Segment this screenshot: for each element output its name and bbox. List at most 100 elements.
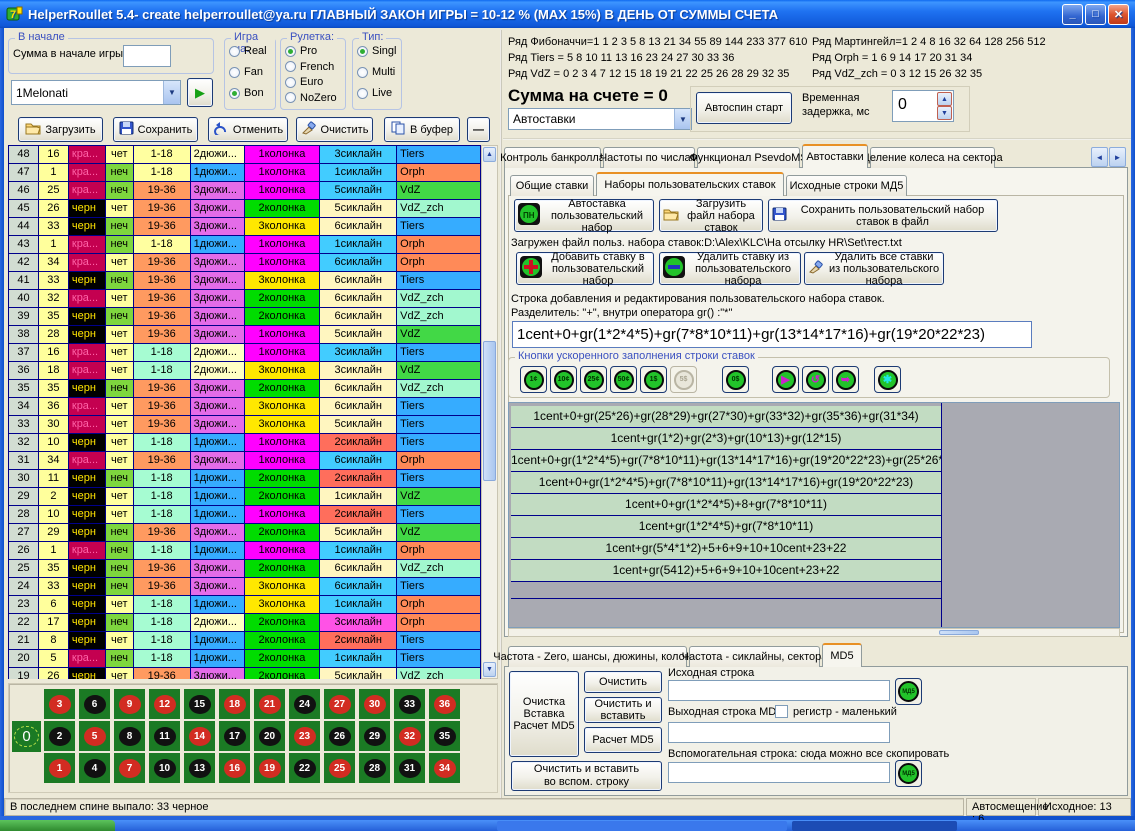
scroll-up-icon[interactable]: ▲ [483,147,496,162]
board-number-1[interactable]: 1 [44,753,75,783]
md5-clear-paste-aux-button[interactable]: Очистить и вставить во вспом. строку [511,761,662,791]
board-number-31[interactable]: 31 [394,753,425,783]
quick-coin-50¢-button[interactable]: 50¢ [610,366,637,393]
board-zero-cell[interactable]: 0 [12,721,41,752]
tab-freq-2[interactable]: MD5 [822,643,862,667]
close-button[interactable]: ✕ [1108,4,1129,25]
radio-option-Multi[interactable]: Multi [357,66,395,78]
radio-icon[interactable] [229,67,240,78]
spin-table-row[interactable]: 236чернчет1-181дюжи...3колонка1сиклайнOr… [9,596,481,614]
chevron-down-icon[interactable]: ▼ [163,81,180,104]
spinner-up-icon[interactable]: ▲ [937,92,952,106]
spin-table-row[interactable]: 3330кра...чет19-363дюжи...3колонка5сикла… [9,416,481,434]
radio-icon[interactable] [285,92,296,103]
scroll-down-icon[interactable]: ▼ [483,662,496,677]
spin-table-row[interactable]: 1926чернчет19-363дюжи...2колонка5сиклайн… [9,668,481,679]
board-number-18[interactable]: 18 [219,689,250,719]
tab-main-2[interactable]: Функционал PsevdoMS [697,147,800,168]
board-number-12[interactable]: 12 [149,689,180,719]
board-number-21[interactable]: 21 [254,689,285,719]
radio-icon[interactable] [285,61,296,72]
radio-option-Pro[interactable]: Pro [285,45,317,57]
quick-coin-10¢-button[interactable]: 10¢ [550,366,577,393]
board-number-6[interactable]: 6 [79,689,110,719]
radio-option-NoZero[interactable]: NoZero [285,92,337,104]
scrollbar-thumb[interactable] [483,341,496,481]
bet-list-item[interactable]: 1cent+0+gr(1*2*4*5)+gr(7*8*10*11)+gr(13*… [511,450,941,472]
board-number-30[interactable]: 30 [359,689,390,719]
quick-shuffle-button[interactable]: ➥ [832,366,859,393]
radio-option-Bon[interactable]: Bon [229,87,264,99]
case-checkbox[interactable] [775,705,788,718]
md5-calc-button[interactable]: Расчет MD5 [584,727,662,753]
mode-combo[interactable]: Автоставки ▼ [508,108,692,130]
board-number-3[interactable]: 3 [44,689,75,719]
spin-table-row[interactable]: 4032кра...чет19-363дюжи...2колонка6сикла… [9,290,481,308]
spin-table-row[interactable]: 4816кра...чет1-182дюжи...1колонка3сиклай… [9,146,481,164]
spin-table-row[interactable]: 3535черннеч19-363дюжи...2колонка6сиклайн… [9,380,481,398]
tab-main-4[interactable]: Деление колеса на сектора [870,147,995,168]
spin-table-row[interactable]: 261кра...неч1-181дюжи...1колонка1сиклайн… [9,542,481,560]
spin-table-row[interactable]: 292чернчет1-181дюжи...2колонка1сиклайнVd… [9,488,481,506]
spin-table-row[interactable]: 2433черннеч19-363дюжи...3колонка6сиклайн… [9,578,481,596]
start-button-fragment[interactable] [0,820,115,831]
board-number-23[interactable]: 23 [289,721,320,751]
spin-table-row[interactable]: 4526чернчет19-363дюжи...2колонка5сиклайн… [9,200,481,218]
bet-list-item[interactable]: 1cent+gr(5*4*1*2)+5+6+9+10+10cent+23+22 [511,538,941,560]
tab-scroll-left-icon[interactable]: ◄ [1091,147,1108,167]
quick-coin-25¢-button[interactable]: 25¢ [580,366,607,393]
board-number-20[interactable]: 20 [254,721,285,751]
quick-spin-button[interactable]: ↺ [802,366,829,393]
bet-list-item[interactable]: 1cent+0+gr(25*26)+gr(28*29)+gr(27*30)+gr… [511,406,941,428]
board-number-22[interactable]: 22 [289,753,320,783]
radio-option-Real[interactable]: Real [229,45,267,57]
board-number-33[interactable]: 33 [394,689,425,719]
board-number-10[interactable]: 10 [149,753,180,783]
board-number-28[interactable]: 28 [359,753,390,783]
board-number-26[interactable]: 26 [324,721,355,751]
md5-calc-source-button[interactable]: МД5 [895,678,922,705]
md5-big-button[interactable]: Очистка Вставка Расчет MD5 [509,671,579,757]
title-bar[interactable]: 7 HelperRoullet 5.4- create helperroulle… [0,0,1135,28]
quick-coin-1¢-button[interactable]: 1¢ [520,366,547,393]
spin-table-row[interactable]: 431кра...неч1-181дюжи...1колонка1сиклайн… [9,236,481,254]
chevron-down-icon[interactable]: ▼ [674,109,691,129]
md5-calc-aux-button[interactable]: МД5 [895,760,922,787]
board-number-35[interactable]: 35 [429,721,460,751]
hscroll-thumb[interactable] [939,630,979,635]
board-number-19[interactable]: 19 [254,753,285,783]
md5-source-input[interactable] [668,680,890,701]
spin-table-row[interactable]: 3935черннеч19-363дюжи...2колонка6сиклайн… [9,308,481,326]
maximize-button[interactable]: □ [1085,4,1106,25]
md5-output-input[interactable] [668,722,890,743]
bet-list-hscrollbar[interactable] [508,628,1120,637]
minimize-button[interactable]: _ [1062,4,1083,25]
md5-aux-input[interactable] [668,762,890,783]
tab-sub-0[interactable]: Общие ставки [510,175,594,196]
spin-table-row[interactable]: 3828чернчет19-363дюжи...1колонка5сиклайн… [9,326,481,344]
spin-table-row[interactable]: 3716кра...чет1-182дюжи...1колонка3сиклай… [9,344,481,362]
spin-table-scrollbar[interactable]: ▲ ▼ [481,145,498,679]
quick-coin-0$-button[interactable]: 0$ [722,366,749,393]
board-number-29[interactable]: 29 [359,721,390,751]
spin-table-row[interactable]: 471кра...неч1-181дюжи...1колонка1сиклайн… [9,164,481,182]
tab-main-3[interactable]: Автоставки [802,144,868,168]
board-number-34[interactable]: 34 [429,753,460,783]
tab-main-0[interactable]: Контроль банкролла [504,147,601,168]
radio-option-French[interactable]: French [285,61,334,73]
bet-list-item[interactable]: 1cent+0+gr(1*2*4*5)+8+gr(7*8*10*11) [511,494,941,516]
radio-option-Fan[interactable]: Fan [229,66,263,78]
radio-icon[interactable] [229,46,240,57]
toolbar-minus-button[interactable]: — [467,117,490,142]
board-number-9[interactable]: 9 [114,689,145,719]
toolbar-open-folder-button[interactable]: Загрузить [18,117,103,142]
spin-table-row[interactable]: 2810чернчет1-181дюжи...1колонка2сиклайнT… [9,506,481,524]
radio-option-Euro[interactable]: Euro [285,76,323,88]
quick-play-button[interactable]: ▶ [772,366,799,393]
board-number-4[interactable]: 4 [79,753,110,783]
autospin-start-button[interactable]: Автоспин старт [696,92,792,124]
spinner-down-icon[interactable]: ▼ [937,106,952,120]
radio-icon[interactable] [357,67,368,78]
quick-coin-1$-button[interactable]: 1$ [640,366,667,393]
strategy-combo[interactable]: 1Melonati ▼ [11,80,181,105]
